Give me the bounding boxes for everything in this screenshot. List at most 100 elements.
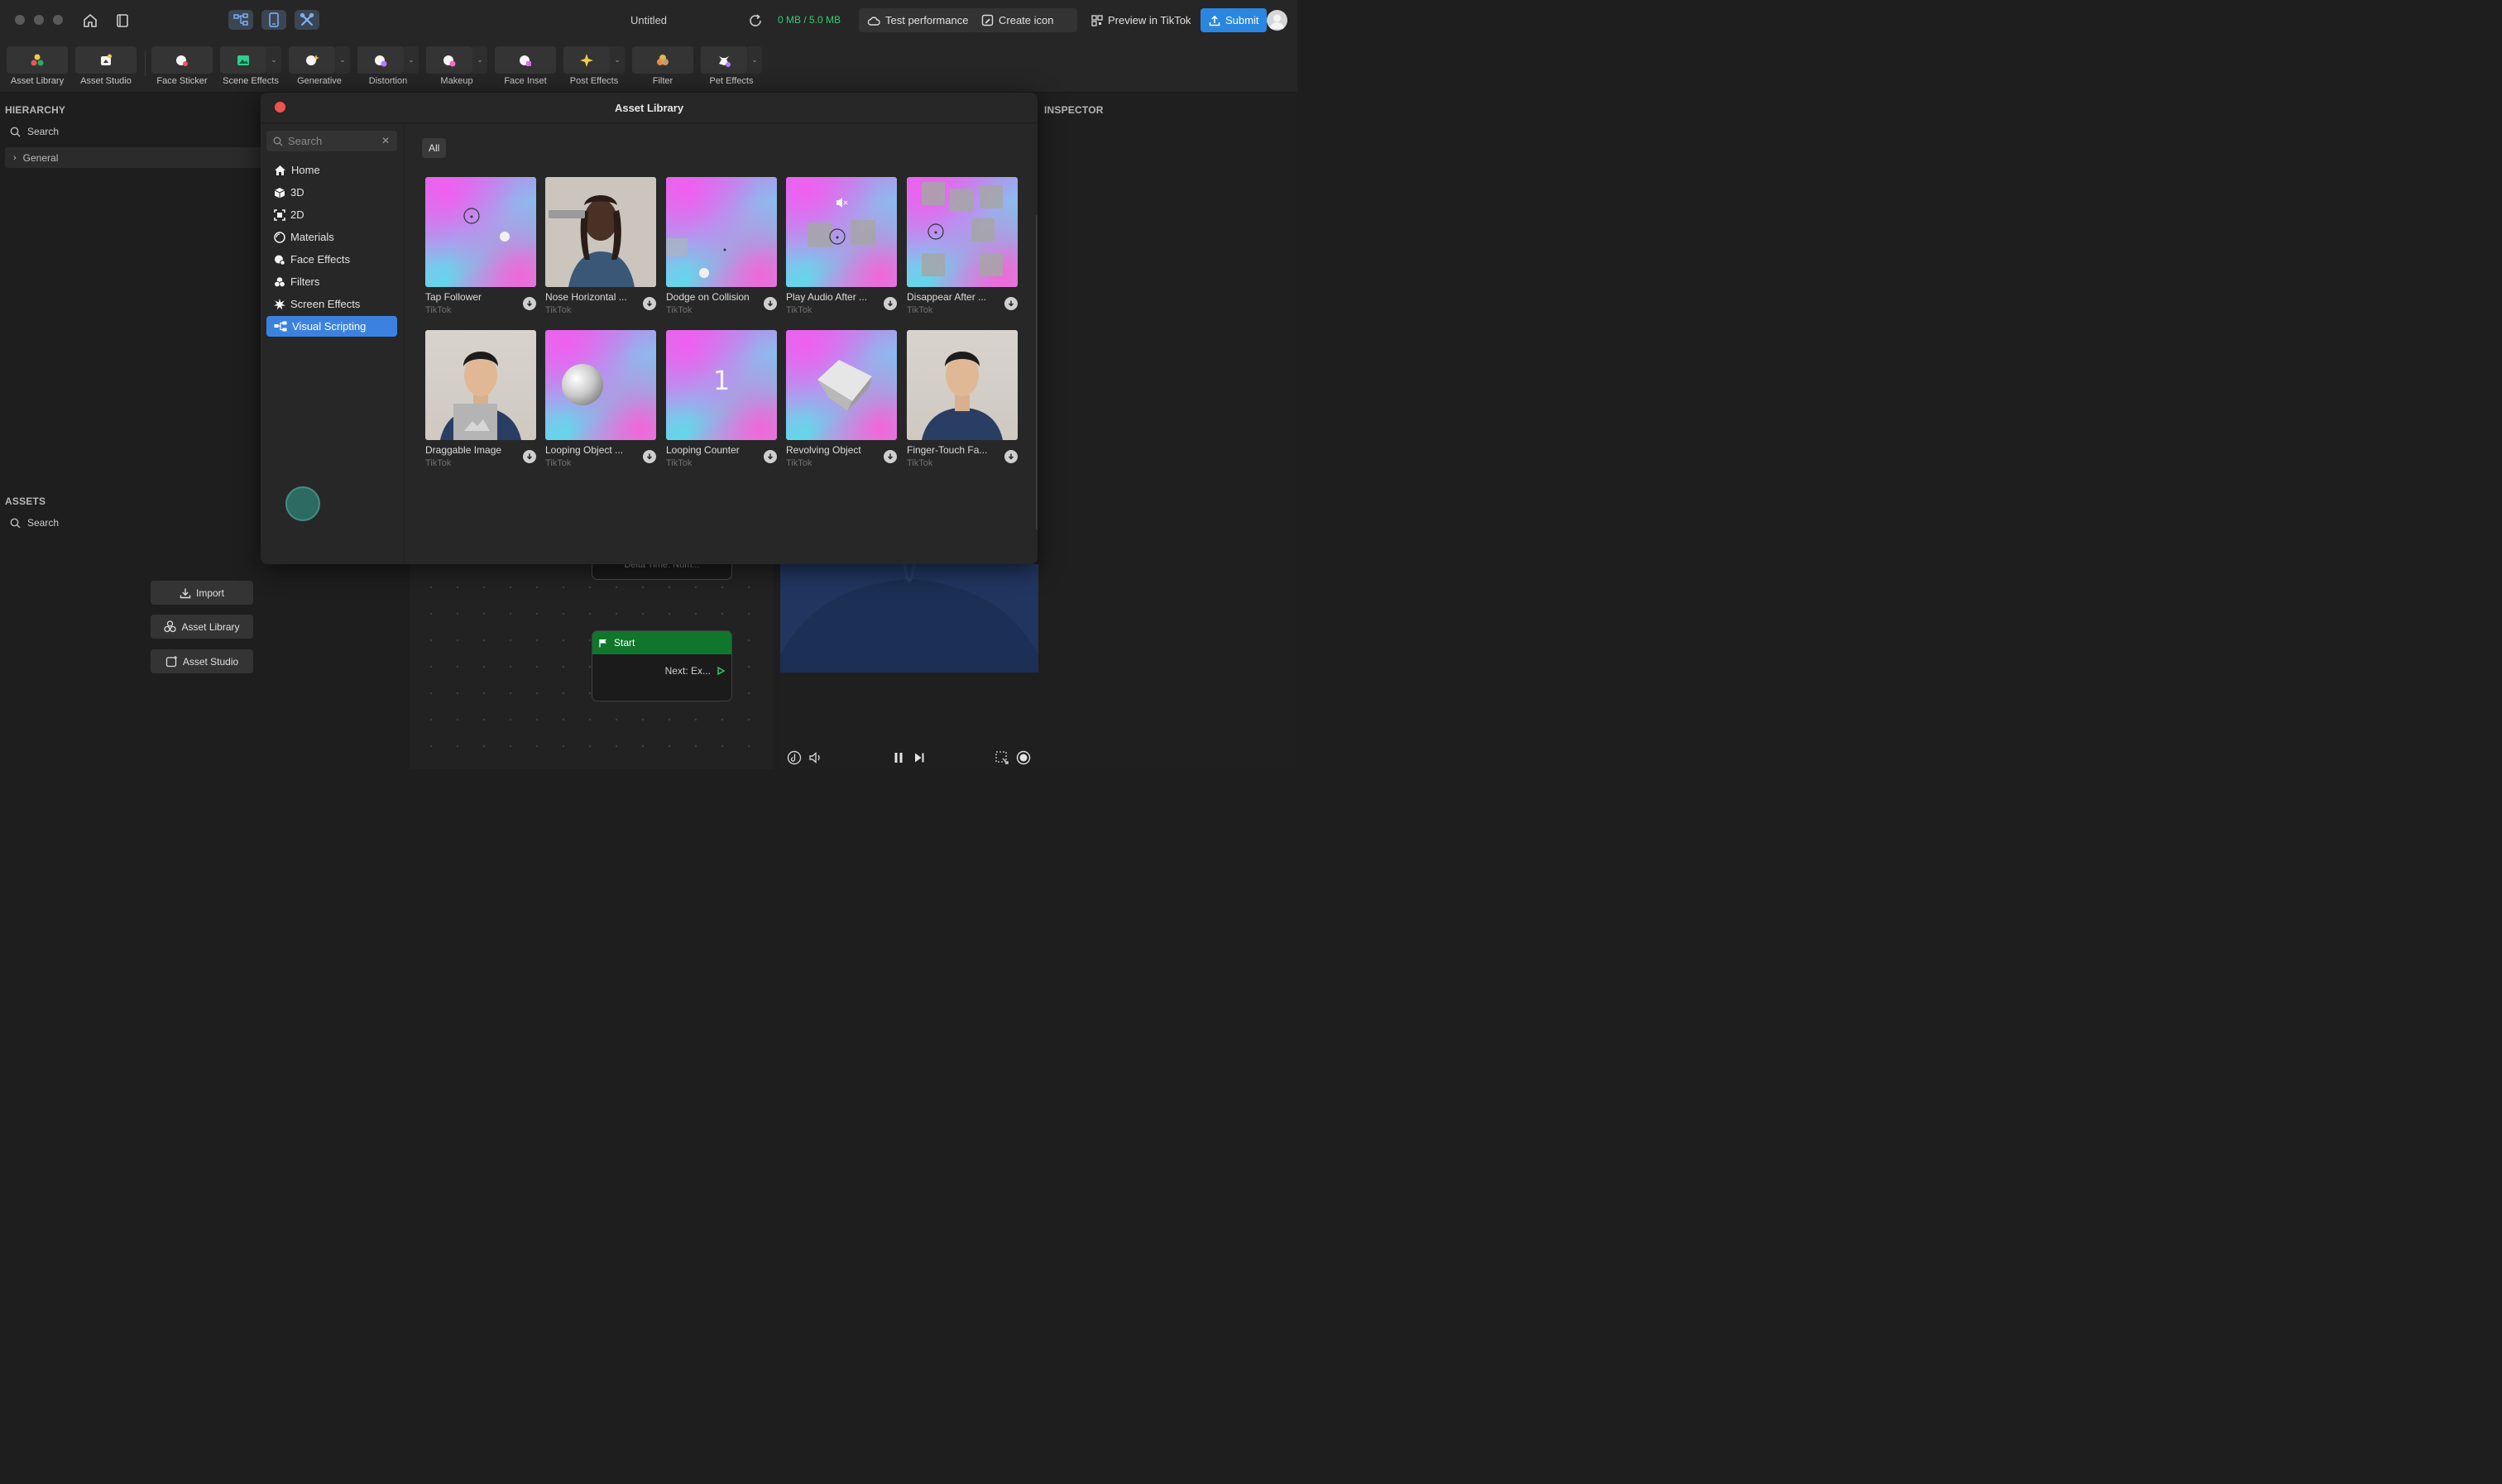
book-icon[interactable]	[113, 11, 132, 31]
preview-viewport[interactable]	[780, 564, 1038, 673]
asset-card[interactable]: 1 Looping Counter TikTok	[666, 330, 777, 468]
download-icon[interactable]	[1004, 297, 1018, 310]
filter-chip-all[interactable]: All	[422, 138, 447, 158]
chevron-right-icon[interactable]: ›	[13, 153, 17, 163]
preview-in-tiktok-button[interactable]: Preview in TikTok	[1083, 8, 1199, 32]
exec-output-pin-icon[interactable]	[717, 667, 725, 675]
window-minimize-button[interactable]	[34, 15, 44, 25]
asset-thumbnail[interactable]	[907, 330, 1018, 440]
download-icon[interactable]	[523, 450, 536, 463]
node-start-header[interactable]: Start	[592, 631, 731, 654]
hierarchy-item-general[interactable]: › General	[5, 147, 261, 168]
asset-thumbnail[interactable]	[907, 177, 1018, 287]
asset-card[interactable]: Play Audio After ... TikTok	[786, 177, 897, 315]
asset-card[interactable]: Finger-Touch Fa... TikTok	[907, 330, 1018, 468]
asset-thumbnail[interactable]	[666, 177, 777, 287]
node-start-output-label: Next: Ex...	[664, 665, 711, 677]
test-performance-button[interactable]: Test performance	[859, 8, 977, 32]
selection-screenshot-icon[interactable]	[994, 749, 1010, 766]
asset-card[interactable]: Looping Object ... TikTok	[545, 330, 656, 468]
toolbar-pet-effects[interactable]: ⌄ Pet Effects	[701, 46, 762, 89]
toolbar-filter[interactable]: Filter	[632, 46, 693, 89]
chevron-down-icon[interactable]: ⌄	[335, 46, 350, 74]
modal-scrollbar[interactable]	[1036, 215, 1038, 529]
modal-search[interactable]: ✕	[266, 131, 397, 151]
download-icon[interactable]	[764, 450, 777, 463]
record-icon[interactable]	[1015, 749, 1032, 766]
node-start-output[interactable]: Next: Ex...	[665, 665, 725, 677]
toolbar-asset-library[interactable]: Asset Library	[7, 46, 68, 89]
toolbar-generative[interactable]: ⌄ Generative	[289, 46, 350, 89]
chevron-down-icon[interactable]: ⌄	[610, 46, 625, 74]
asset-thumbnail[interactable]	[786, 177, 897, 287]
download-icon[interactable]	[643, 297, 656, 310]
category-face-effects[interactable]: Face Effects	[266, 249, 397, 270]
toolbar-scene-effects[interactable]: ⌄ Scene Effects	[220, 46, 281, 89]
asset-card[interactable]: Revolving Object TikTok	[786, 330, 897, 468]
chevron-down-icon[interactable]: ⌄	[472, 46, 487, 74]
toolbar-post-effects[interactable]: ⌄ Post Effects	[563, 46, 625, 89]
toolbar-makeup[interactable]: ⌄ Makeup	[426, 46, 487, 89]
pause-icon[interactable]	[890, 749, 907, 766]
download-icon[interactable]	[884, 297, 897, 310]
download-icon[interactable]	[643, 450, 656, 463]
tools-mode-button[interactable]	[295, 10, 319, 30]
window-zoom-button[interactable]	[53, 15, 63, 25]
asset-thumbnail[interactable]	[425, 177, 536, 287]
chevron-down-icon[interactable]: ⌄	[747, 46, 762, 74]
asset-studio-icon	[101, 54, 112, 65]
download-icon[interactable]	[884, 450, 897, 463]
asset-card[interactable]: Tap Follower TikTok	[425, 177, 536, 315]
asset-card[interactable]: Dodge on Collision TikTok	[666, 177, 777, 315]
category-home[interactable]: Home	[266, 160, 397, 180]
clear-search-icon[interactable]: ✕	[381, 135, 390, 146]
asset-thumbnail[interactable]	[545, 330, 656, 440]
pet-effects-icon	[719, 55, 731, 67]
import-button[interactable]: Import	[151, 581, 253, 605]
category-label: 2D	[290, 208, 304, 221]
category-visual-scripting[interactable]: Visual Scripting	[266, 316, 397, 337]
asset-thumbnail[interactable]	[425, 330, 536, 440]
chevron-down-icon[interactable]: ⌄	[266, 46, 281, 74]
toolbar-face-sticker[interactable]: Face Sticker	[151, 46, 213, 89]
submit-button[interactable]: Submit	[1201, 8, 1268, 32]
chevron-down-icon[interactable]: ⌄	[404, 46, 419, 74]
tiktok-icon[interactable]	[786, 749, 803, 766]
download-icon[interactable]	[764, 297, 777, 310]
asset-card[interactable]: Nose Horizontal ... TikTok	[545, 177, 656, 315]
toolbar-pet-effects-label: Pet Effects	[709, 76, 754, 86]
visual-scripting-mode-button[interactable]	[228, 10, 253, 30]
toolbar-asset-studio[interactable]: Asset Studio	[75, 46, 137, 89]
category-materials[interactable]: Materials	[266, 227, 397, 247]
asset-card[interactable]: Disappear After ... TikTok	[907, 177, 1018, 315]
toolbar-distortion[interactable]: ⌄ Distortion	[357, 46, 419, 89]
download-icon[interactable]	[1004, 450, 1018, 463]
modal-search-input[interactable]	[288, 135, 379, 147]
category-screen-effects[interactable]: Screen Effects	[266, 294, 397, 314]
asset-thumbnail[interactable]	[786, 330, 897, 440]
step-forward-icon[interactable]	[911, 749, 927, 766]
window-close-button[interactable]	[15, 15, 25, 25]
category-3d[interactable]: 3D	[266, 182, 397, 203]
qr-code-icon	[1091, 14, 1103, 26]
hierarchy-search[interactable]: Search	[10, 126, 59, 137]
asset-thumbnail[interactable]	[545, 177, 656, 287]
user-avatar[interactable]	[1267, 10, 1287, 31]
assets-search[interactable]: Search	[10, 517, 59, 529]
home-icon[interactable]	[80, 11, 100, 31]
asset-thumbnail[interactable]: 1	[666, 330, 777, 440]
download-icon[interactable]	[523, 297, 536, 310]
refresh-icon[interactable]	[745, 11, 765, 31]
create-icon-button[interactable]: Create icon	[973, 8, 1077, 32]
asset-studio-button[interactable]: Asset Studio	[151, 649, 253, 673]
device-mode-button[interactable]	[261, 10, 286, 30]
preview-in-tiktok-label: Preview in TikTok	[1108, 14, 1191, 26]
node-start[interactable]: Start Next: Ex...	[592, 630, 732, 701]
asset-card[interactable]: Draggable Image TikTok	[425, 330, 536, 468]
asset-library-button[interactable]: Asset Library	[151, 615, 253, 639]
volume-icon[interactable]	[808, 749, 824, 766]
toolbar-face-inset[interactable]: Face Inset	[495, 46, 556, 89]
category-filters[interactable]: Filters	[266, 271, 397, 292]
asset-title: Dodge on Collision	[666, 291, 750, 303]
category-2d[interactable]: 2D	[266, 204, 397, 225]
